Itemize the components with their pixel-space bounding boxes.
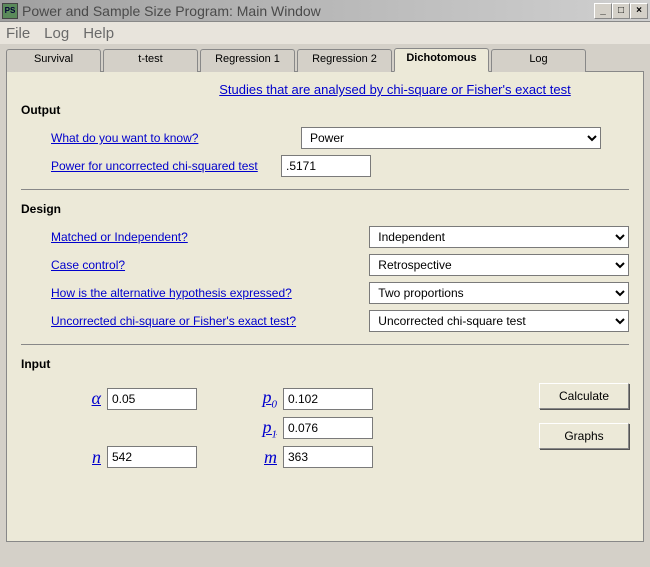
tab-regression2[interactable]: Regression 2 xyxy=(297,49,392,72)
window-title: Power and Sample Size Program: Main Wind… xyxy=(22,3,594,19)
input-n[interactable] xyxy=(107,446,197,468)
close-button[interactable]: × xyxy=(630,3,648,19)
menu-log[interactable]: Log xyxy=(44,25,69,42)
label-p1[interactable]: p1 xyxy=(237,417,277,441)
window-buttons: _ □ × xyxy=(594,3,648,19)
link-alt-hypothesis[interactable]: How is the alternative hypothesis expres… xyxy=(51,286,292,300)
graphs-button[interactable]: Graphs xyxy=(539,423,629,449)
label-p0[interactable]: p0 xyxy=(237,387,277,411)
select-case-control[interactable]: Retrospective xyxy=(369,254,629,276)
select-matched[interactable]: Independent xyxy=(369,226,629,248)
tab-panel-dichotomous: Studies that are analysed by chi-square … xyxy=(6,72,644,542)
label-m[interactable]: m xyxy=(237,447,277,468)
input-m[interactable] xyxy=(283,446,373,468)
menu-help[interactable]: Help xyxy=(83,25,114,42)
label-alpha[interactable]: α xyxy=(61,388,101,409)
row-n-m: n m xyxy=(61,446,539,468)
divider-1 xyxy=(21,189,629,190)
input-heading: Input xyxy=(21,357,629,371)
content-area: Survival t-test Regression 1 Regression … xyxy=(0,44,650,546)
menubar: File Log Help xyxy=(0,22,650,44)
maximize-button[interactable]: □ xyxy=(612,3,630,19)
link-power-result[interactable]: Power for uncorrected chi-squared test xyxy=(51,159,258,173)
row-alt-hypothesis: How is the alternative hypothesis expres… xyxy=(21,282,629,304)
select-want-to-know[interactable]: Power xyxy=(301,127,601,149)
tab-log[interactable]: Log xyxy=(491,49,586,72)
app-icon: PS xyxy=(2,3,18,19)
row-want-to-know: What do you want to know? Power xyxy=(21,127,629,149)
row-test-type: Uncorrected chi-square or Fisher's exact… xyxy=(21,310,629,332)
output-heading: Output xyxy=(21,103,629,117)
select-alt-hypothesis[interactable]: Two proportions xyxy=(369,282,629,304)
tab-dichotomous[interactable]: Dichotomous xyxy=(394,48,489,72)
tab-ttest[interactable]: t-test xyxy=(103,49,198,72)
link-want-to-know[interactable]: What do you want to know? xyxy=(51,131,198,145)
row-power-result: Power for uncorrected chi-squared test xyxy=(21,155,629,177)
link-case-control[interactable]: Case control? xyxy=(51,258,125,272)
link-test-type[interactable]: Uncorrected chi-square or Fisher's exact… xyxy=(51,314,296,328)
button-column: Calculate Graphs xyxy=(539,381,629,474)
input-p0[interactable] xyxy=(283,388,373,410)
link-matched[interactable]: Matched or Independent? xyxy=(51,230,188,244)
input-power-result[interactable] xyxy=(281,155,371,177)
row-case-control: Case control? Retrospective xyxy=(21,254,629,276)
titlebar: PS Power and Sample Size Program: Main W… xyxy=(0,0,650,22)
tab-survival[interactable]: Survival xyxy=(6,49,101,72)
input-grid: α p0 x p1 n xyxy=(21,381,539,474)
calculate-button[interactable]: Calculate xyxy=(539,383,629,409)
row-p1: x p1 xyxy=(61,417,539,441)
tab-regression1[interactable]: Regression 1 xyxy=(200,49,295,72)
tabstrip: Survival t-test Regression 1 Regression … xyxy=(6,48,644,72)
select-test-type[interactable]: Uncorrected chi-square test xyxy=(369,310,629,332)
menu-file[interactable]: File xyxy=(6,25,30,42)
row-alpha-p0: α p0 xyxy=(61,387,539,411)
design-heading: Design xyxy=(21,202,629,216)
row-matched: Matched or Independent? Independent xyxy=(21,226,629,248)
input-p1[interactable] xyxy=(283,417,373,439)
minimize-button[interactable]: _ xyxy=(594,3,612,19)
label-n[interactable]: n xyxy=(61,447,101,468)
input-area: α p0 x p1 n xyxy=(21,381,629,474)
study-type-link[interactable]: Studies that are analysed by chi-square … xyxy=(21,82,629,97)
divider-2 xyxy=(21,344,629,345)
input-alpha[interactable] xyxy=(107,388,197,410)
